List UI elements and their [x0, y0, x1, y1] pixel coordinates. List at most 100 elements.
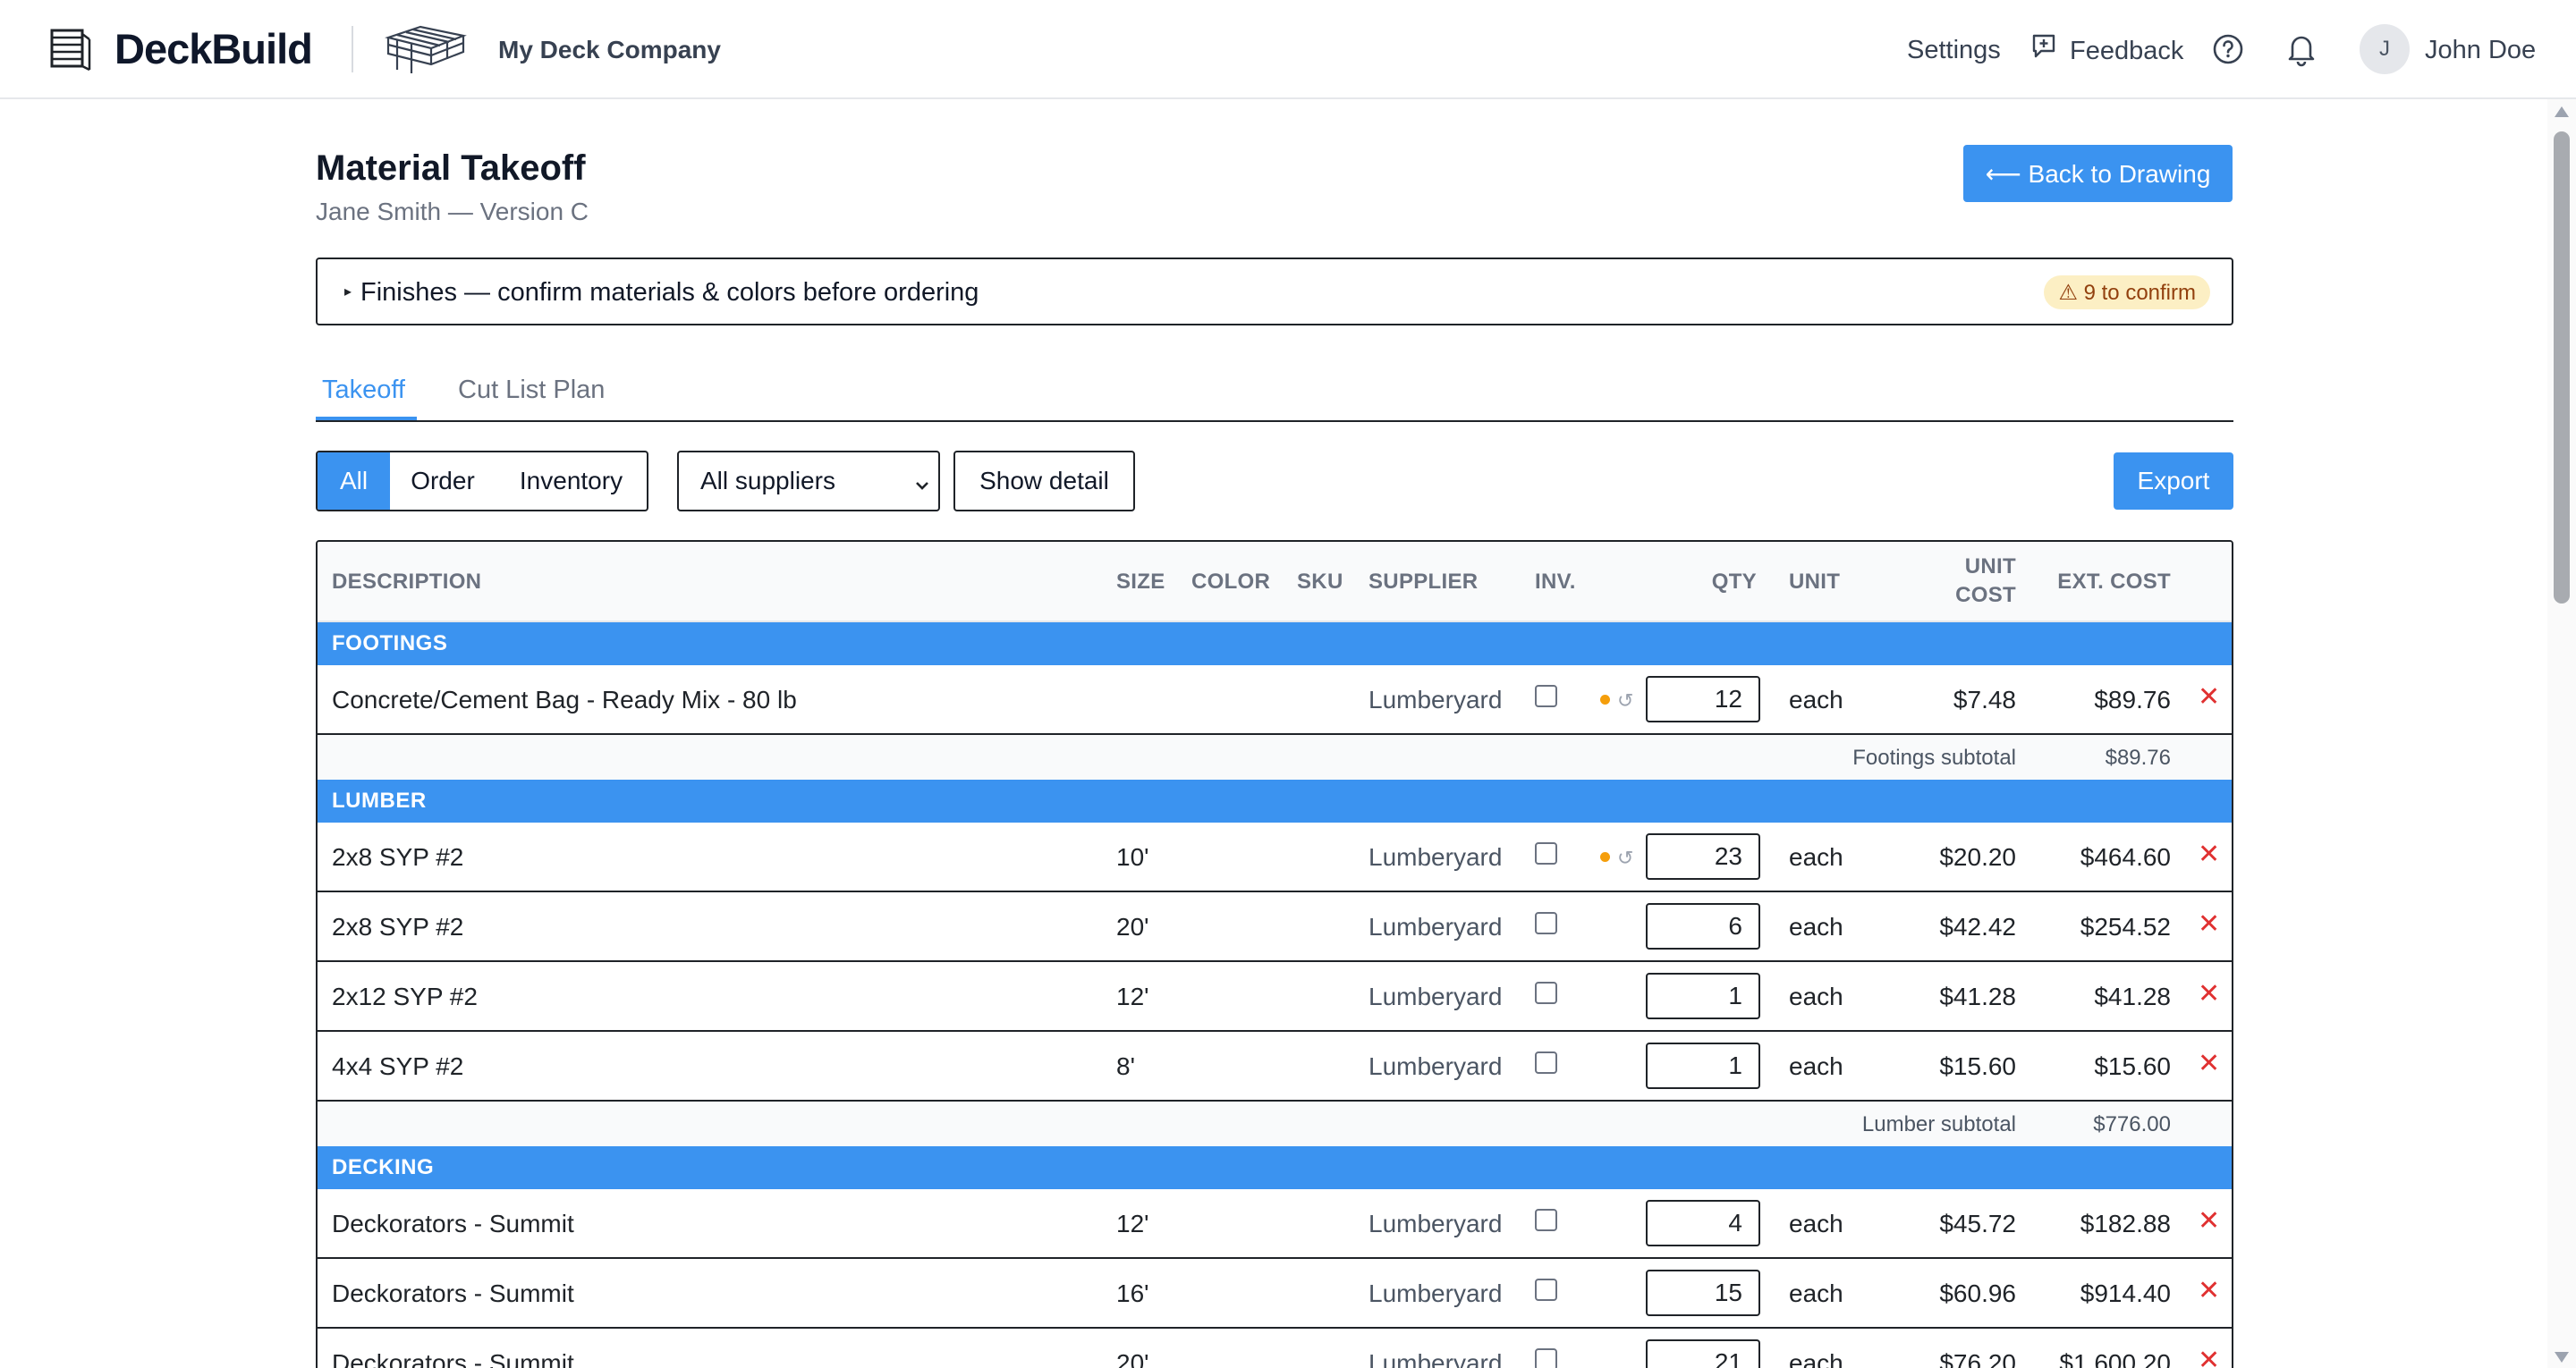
item-description: 2x8 SYP #2: [332, 843, 464, 871]
delete-row-icon[interactable]: ✕: [2198, 978, 2220, 1010]
item-ext-cost: $89.76: [2094, 686, 2171, 714]
item-description: Deckorators - Summit: [332, 1349, 574, 1368]
show-detail-button[interactable]: Show detail: [953, 451, 1135, 511]
active-tab-indicator: [316, 417, 417, 420]
inventory-checkbox[interactable]: [1535, 1209, 1557, 1231]
tab-takeoff[interactable]: Takeoff: [316, 374, 411, 406]
item-unit-cost: $20.20: [1939, 843, 2016, 871]
item-unit: each: [1789, 1210, 1843, 1237]
item-size: 20': [1116, 913, 1149, 941]
item-unit-cost: $76.20: [1939, 1349, 2016, 1368]
supplier-select[interactable]: All suppliers: [677, 451, 940, 511]
delete-row-icon[interactable]: ✕: [2198, 1205, 2220, 1237]
scrollbar-thumb[interactable]: [2554, 131, 2570, 604]
item-size: 16': [1116, 1279, 1149, 1307]
tab-cut-list-plan[interactable]: Cut List Plan: [452, 374, 611, 406]
column-header-size[interactable]: SIZE: [1116, 569, 1165, 595]
column-header-qty[interactable]: QTY: [1712, 569, 1757, 595]
item-unit-cost: $15.60: [1939, 1052, 2016, 1080]
item-unit-cost: $45.72: [1939, 1210, 2016, 1237]
qty-input[interactable]: 23: [1646, 833, 1760, 880]
supplier-select-value: All suppliers: [700, 467, 835, 494]
page-scrollbar[interactable]: [2547, 99, 2576, 1368]
app-brand-name[interactable]: DeckBuild: [114, 20, 313, 79]
item-description: Deckorators - Summit: [332, 1279, 574, 1307]
inventory-checkbox[interactable]: [1535, 982, 1557, 1004]
page-subtitle: Jane Smith — Version C: [316, 198, 589, 225]
user-name[interactable]: John Doe: [2425, 32, 2536, 68]
group-label: FOOTINGS: [332, 631, 448, 655]
qty-input[interactable]: 12: [1646, 676, 1760, 722]
filter-order-button[interactable]: Order: [390, 452, 496, 510]
item-description: Concrete/Cement Bag - Ready Mix - 80 lb: [332, 686, 797, 714]
feedback-link[interactable]: Feedback: [2030, 32, 2183, 69]
settings-link[interactable]: Settings: [1907, 32, 2001, 68]
column-header-unit-cost-line2[interactable]: COST: [1955, 582, 2016, 609]
group-header-row: LUMBER: [318, 780, 2232, 823]
expand-triangle-icon[interactable]: ▸: [344, 281, 352, 304]
subtotal-label: Lumber subtotal: [1861, 1112, 2016, 1136]
delete-row-icon[interactable]: ✕: [2198, 1345, 2220, 1368]
inventory-checkbox[interactable]: [1535, 1051, 1557, 1074]
feedback-icon: [2030, 32, 2057, 69]
bell-icon[interactable]: [2284, 31, 2318, 67]
qty-input[interactable]: 21: [1646, 1339, 1760, 1368]
column-header-inventory[interactable]: INV.: [1535, 569, 1576, 595]
table-row: Concrete/Cement Bag - Ready Mix - 80 lb L…: [318, 665, 2232, 735]
qty-input[interactable]: 6: [1646, 903, 1760, 950]
group-label: LUMBER: [332, 789, 427, 813]
item-supplier: Lumberyard: [1368, 686, 1503, 714]
delete-row-icon[interactable]: ✕: [2198, 1275, 2220, 1307]
delete-row-icon[interactable]: ✕: [2198, 839, 2220, 871]
modified-dot-icon: [1600, 695, 1610, 705]
delete-row-icon[interactable]: ✕: [2198, 1048, 2220, 1080]
column-header-sku[interactable]: SKU: [1297, 569, 1343, 595]
takeoff-table: DESCRIPTION SIZE COLOR SKU SUPPLIER INV.…: [316, 540, 2233, 1368]
view-filter-segmented-control: All Order Inventory: [316, 451, 648, 511]
filter-inventory-button[interactable]: Inventory: [496, 452, 647, 510]
qty-input[interactable]: 1: [1646, 973, 1760, 1019]
inventory-checkbox[interactable]: [1535, 912, 1557, 934]
subtotal-label: Footings subtotal: [1852, 746, 2016, 770]
item-description: Deckorators - Summit: [332, 1210, 574, 1237]
table-row: 2x8 SYP #2 10' Lumberyard ↺ 23 each $20.20 $464…: [318, 823, 2232, 892]
inventory-checkbox[interactable]: [1535, 1348, 1557, 1368]
help-circle-icon[interactable]: [2211, 32, 2245, 66]
reset-qty-icon[interactable]: ↺: [1617, 685, 1633, 717]
column-header-color[interactable]: COLOR: [1191, 569, 1270, 595]
reset-qty-icon[interactable]: ↺: [1617, 842, 1633, 874]
delete-row-icon[interactable]: ✕: [2198, 908, 2220, 941]
avatar[interactable]: J: [2360, 24, 2410, 74]
column-header-supplier[interactable]: SUPPLIER: [1368, 569, 1478, 595]
column-header-unit-cost-line1[interactable]: UNIT: [1965, 553, 2016, 580]
qty-input[interactable]: 4: [1646, 1200, 1760, 1246]
column-header-unit[interactable]: UNIT: [1789, 569, 1840, 595]
inventory-checkbox[interactable]: [1535, 685, 1557, 707]
scroll-up-arrow-icon[interactable]: [2555, 106, 2569, 117]
item-supplier: Lumberyard: [1368, 1052, 1503, 1080]
item-unit: each: [1789, 983, 1843, 1010]
scroll-down-arrow-icon[interactable]: [2555, 1352, 2569, 1363]
finishes-banner[interactable]: ▸ Finishes — confirm materials & colors …: [316, 258, 2233, 325]
item-supplier: Lumberyard: [1368, 983, 1503, 1010]
item-supplier: Lumberyard: [1368, 843, 1503, 871]
column-header-ext-cost[interactable]: EXT. COST: [2057, 569, 2171, 595]
delete-row-icon[interactable]: ✕: [2198, 681, 2220, 714]
item-unit: each: [1789, 1279, 1843, 1307]
qty-input[interactable]: 1: [1646, 1043, 1760, 1089]
company-name: My Deck Company: [498, 36, 721, 63]
back-to-drawing-button[interactable]: ⟵ Back to Drawing: [1963, 145, 2233, 202]
item-ext-cost: $15.60: [2094, 1052, 2171, 1080]
item-unit: each: [1789, 686, 1843, 714]
export-button[interactable]: Export: [2114, 452, 2233, 510]
table-row: Deckorators - Summit 16' Lumberyard 15 each $…: [318, 1259, 2232, 1329]
item-size: 20': [1116, 1349, 1149, 1368]
column-header-description[interactable]: DESCRIPTION: [332, 569, 481, 595]
qty-input[interactable]: 15: [1646, 1270, 1760, 1316]
table-row: 2x8 SYP #2 20' Lumberyard 6 each $42.42 $254.5…: [318, 892, 2232, 962]
view-tabs: Takeoff Cut List Plan: [316, 358, 2233, 422]
inventory-checkbox[interactable]: [1535, 842, 1557, 865]
filter-all-button[interactable]: All: [318, 452, 390, 510]
inventory-checkbox[interactable]: [1535, 1279, 1557, 1301]
item-unit: each: [1789, 913, 1843, 941]
